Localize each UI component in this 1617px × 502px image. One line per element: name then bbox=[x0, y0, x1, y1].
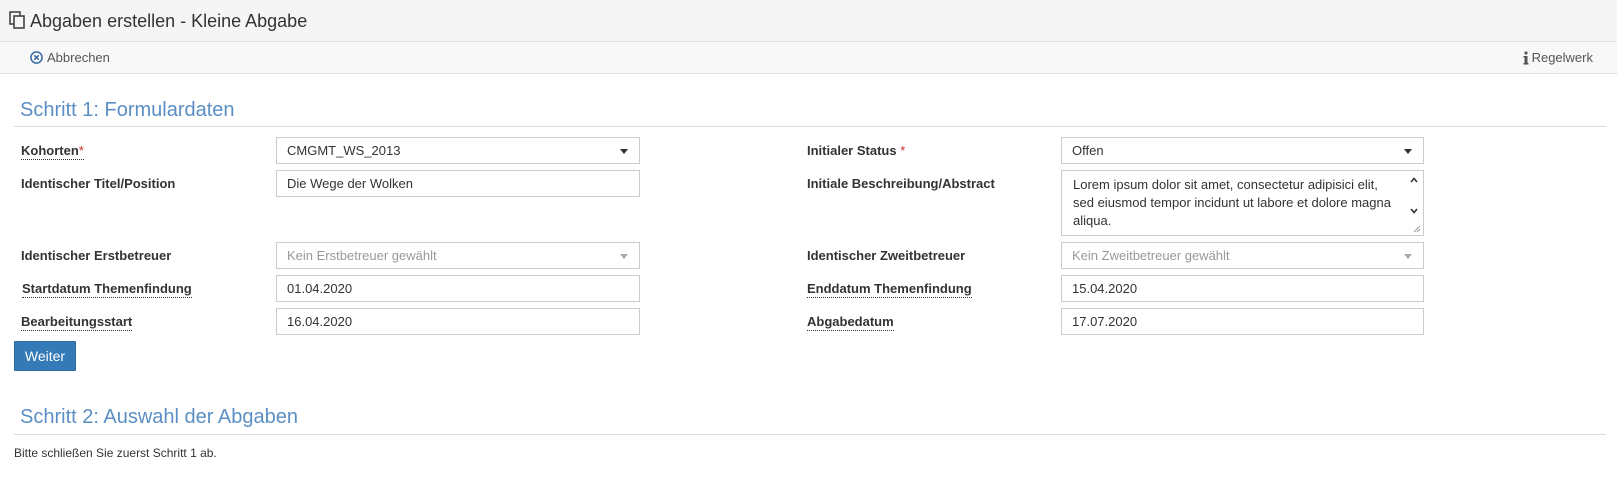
description-label: Initiale Beschreibung/Abstract bbox=[807, 176, 995, 191]
description-textarea[interactable]: Lorem ipsum dolor sit amet, consectetur … bbox=[1061, 170, 1424, 236]
first-supervisor-placeholder: Kein Erstbetreuer gewählt bbox=[287, 248, 437, 263]
required-mark: * bbox=[900, 143, 906, 158]
topic-start-label: Startdatum Themenfindung bbox=[22, 281, 192, 298]
initial-status-label: Initialer Status * bbox=[807, 143, 905, 159]
kohorten-label-text: Kohorten bbox=[21, 143, 79, 158]
second-supervisor-select[interactable]: Kein Zweitbetreuer gewählt bbox=[1061, 242, 1424, 269]
description-value: Lorem ipsum dolor sit amet, consectetur … bbox=[1073, 177, 1391, 228]
initial-status-select[interactable]: Offen bbox=[1061, 137, 1424, 164]
chevron-down-icon bbox=[1404, 254, 1412, 259]
first-supervisor-label: Identischer Erstbetreuer bbox=[21, 248, 172, 263]
work-start-input[interactable]: 16.04.2020 bbox=[276, 308, 640, 335]
title-position-value: Die Wege der Wolken bbox=[287, 176, 413, 191]
work-start-value: 16.04.2020 bbox=[287, 314, 353, 329]
initial-status-label-text: Initialer Status bbox=[807, 143, 897, 158]
title-position-label: Identischer Titel/Position bbox=[21, 176, 176, 191]
required-mark: * bbox=[78, 143, 84, 158]
chevron-up-icon[interactable] bbox=[1410, 176, 1418, 184]
second-supervisor-placeholder: Kein Zweitbetreuer gewählt bbox=[1072, 248, 1230, 263]
section-divider bbox=[14, 126, 1606, 127]
topic-start-input[interactable]: 01.04.2020 bbox=[276, 275, 640, 302]
topic-start-value: 01.04.2020 bbox=[287, 281, 353, 296]
due-date-label: Abgabedatum bbox=[807, 314, 894, 331]
second-supervisor-label: Identischer Zweitbetreuer bbox=[807, 248, 966, 263]
due-date-input[interactable]: 17.07.2020 bbox=[1061, 308, 1424, 335]
next-button[interactable]: Weiter bbox=[14, 341, 76, 371]
cancel-button[interactable]: Abbrechen bbox=[30, 42, 110, 73]
kohorten-value: CMGMT_WS_2013 bbox=[287, 143, 401, 158]
chevron-down-icon bbox=[1404, 149, 1412, 154]
chevron-down-icon bbox=[620, 254, 628, 259]
title-position-input[interactable]: Die Wege der Wolken bbox=[276, 170, 640, 197]
chevron-down-icon[interactable] bbox=[1410, 207, 1418, 215]
step2-note: Bitte schließen Sie zuerst Schritt 1 ab. bbox=[14, 446, 217, 460]
section-divider bbox=[14, 434, 1606, 435]
due-date-value: 17.07.2020 bbox=[1072, 314, 1138, 329]
first-supervisor-select[interactable]: Kein Erstbetreuer gewählt bbox=[276, 242, 640, 269]
step2-title: Schritt 2: Auswahl der Abgaben bbox=[20, 406, 298, 428]
kohorten-label: Kohorten* bbox=[21, 143, 84, 160]
kohorten-select[interactable]: CMGMT_WS_2013 bbox=[276, 137, 640, 164]
copy-icon bbox=[9, 11, 25, 29]
resize-grip-icon[interactable] bbox=[1412, 224, 1421, 233]
rules-label: Regelwerk bbox=[1531, 50, 1593, 65]
times-circle-icon bbox=[30, 51, 43, 64]
toolbar: Abbrechen Regelwerk bbox=[0, 42, 1617, 74]
info-icon bbox=[1523, 50, 1529, 64]
page-header: Abgaben erstellen - Kleine Abgabe bbox=[0, 0, 1617, 42]
page-title: Abgaben erstellen - Kleine Abgabe bbox=[30, 11, 308, 31]
work-start-label: Bearbeitungsstart bbox=[21, 314, 133, 331]
chevron-down-icon bbox=[620, 149, 628, 154]
rules-button[interactable]: Regelwerk bbox=[1523, 42, 1593, 73]
topic-end-input[interactable]: 15.04.2020 bbox=[1061, 275, 1424, 302]
step1-title: Schritt 1: Formulardaten bbox=[20, 99, 235, 121]
topic-end-value: 15.04.2020 bbox=[1072, 281, 1138, 296]
topic-end-label: Enddatum Themenfindung bbox=[807, 281, 972, 298]
cancel-label: Abbrechen bbox=[47, 50, 110, 65]
initial-status-value: Offen bbox=[1072, 143, 1104, 158]
